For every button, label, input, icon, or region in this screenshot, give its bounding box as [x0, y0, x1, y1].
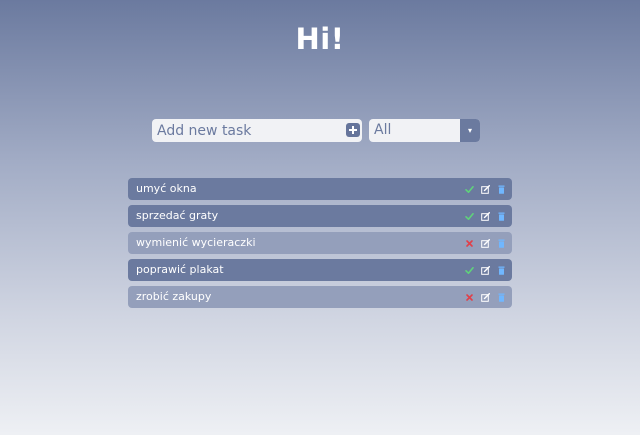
edit-icon	[480, 184, 490, 194]
task-actions	[458, 264, 506, 276]
edit-icon	[480, 211, 490, 221]
checkmark-icon	[464, 185, 474, 193]
add-task-form	[152, 119, 362, 142]
trash-icon	[498, 212, 504, 221]
plus-square-icon	[349, 126, 357, 134]
filter-select[interactable]: All ▾	[369, 119, 480, 142]
task-label: zrobić zakupy	[136, 290, 212, 303]
edit-icon	[480, 265, 490, 275]
task-label: poprawić plakat	[136, 263, 224, 276]
task-label: umyć okna	[136, 182, 197, 195]
trash-icon	[498, 185, 504, 194]
mark-done-button[interactable]	[464, 291, 474, 303]
delete-task-button[interactable]	[496, 264, 506, 276]
task-actions	[458, 291, 506, 303]
checkmark-icon	[464, 212, 474, 220]
edit-task-button[interactable]	[480, 210, 490, 222]
mark-undone-button[interactable]	[464, 183, 474, 195]
mark-undone-button[interactable]	[464, 210, 474, 222]
trash-icon	[498, 293, 504, 302]
task-label: wymienić wycieraczki	[136, 236, 256, 249]
cross-icon	[465, 239, 473, 247]
task-item: sprzedać graty	[128, 205, 512, 227]
delete-task-button[interactable]	[496, 237, 506, 249]
task-list: umyć okna sprzedać graty wymienić wycierac…	[128, 178, 512, 313]
mark-done-button[interactable]	[464, 237, 474, 249]
edit-task-button[interactable]	[480, 264, 490, 276]
edit-task-button[interactable]	[480, 237, 490, 249]
task-item: poprawić plakat	[128, 259, 512, 281]
edit-task-button[interactable]	[480, 291, 490, 303]
delete-task-button[interactable]	[496, 210, 506, 222]
edit-icon	[480, 238, 490, 248]
trash-icon	[498, 239, 504, 248]
delete-task-button[interactable]	[496, 183, 506, 195]
new-task-input[interactable]	[152, 119, 340, 142]
edit-icon	[480, 292, 490, 302]
chevron-down-icon: ▾	[460, 119, 480, 142]
task-item: wymienić wycieraczki	[128, 232, 512, 254]
task-actions	[458, 210, 506, 222]
page-title: Hi!	[295, 22, 345, 56]
task-actions	[458, 237, 506, 249]
checkmark-icon	[464, 266, 474, 274]
add-task-button[interactable]	[346, 123, 360, 137]
task-item: zrobić zakupy	[128, 286, 512, 308]
edit-task-button[interactable]	[480, 183, 490, 195]
task-item: umyć okna	[128, 178, 512, 200]
trash-icon	[498, 266, 504, 275]
task-label: sprzedać graty	[136, 209, 219, 222]
cross-icon	[465, 293, 473, 301]
delete-task-button[interactable]	[496, 291, 506, 303]
filter-selected-value: All	[374, 122, 392, 138]
task-actions	[458, 183, 506, 195]
mark-undone-button[interactable]	[464, 264, 474, 276]
